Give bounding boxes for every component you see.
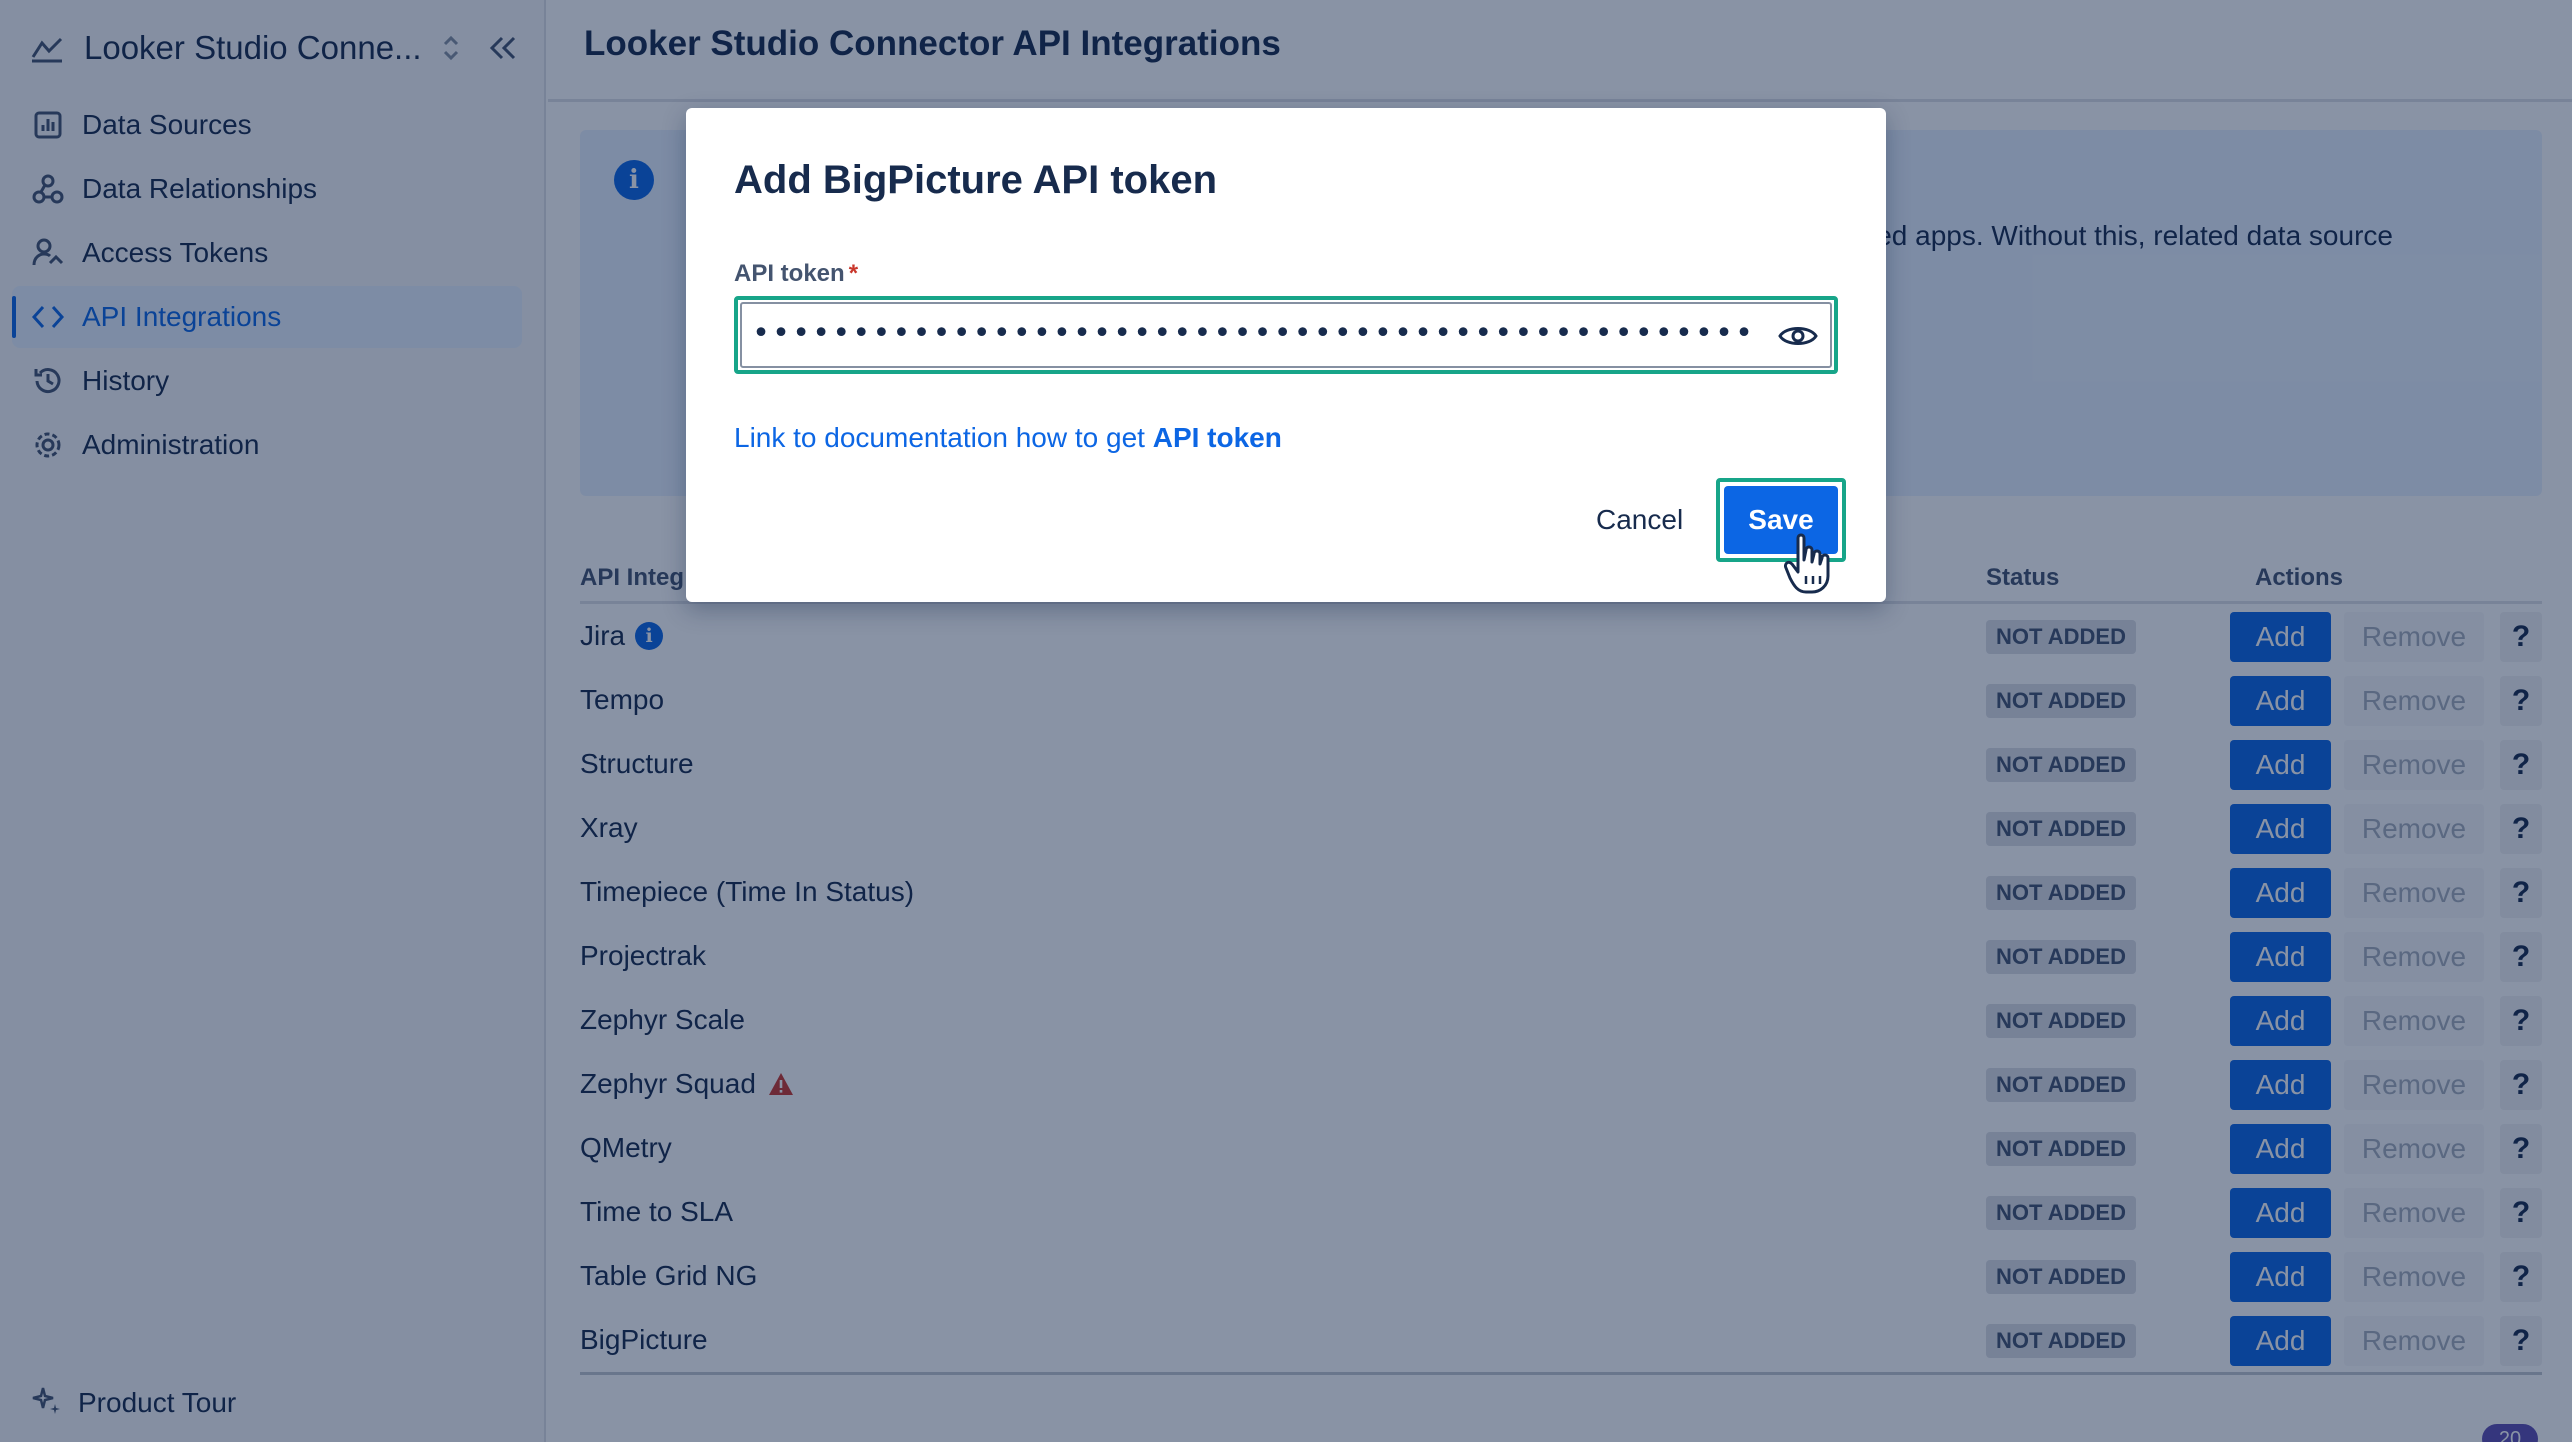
- api-token-label: API token *: [734, 260, 858, 288]
- api-token-label-text: API token: [734, 260, 845, 287]
- doc-link-prefix: Link to documentation how to get: [734, 422, 1153, 453]
- required-marker: *: [848, 260, 859, 287]
- dialog-title: Add BigPicture API token: [734, 158, 1218, 202]
- api-token-field[interactable]: [734, 296, 1838, 374]
- eye-icon[interactable]: [1776, 314, 1820, 358]
- hand-cursor-icon: [1784, 533, 1830, 594]
- cancel-button[interactable]: Cancel: [1588, 492, 1691, 548]
- api-token-input[interactable]: [752, 308, 1752, 358]
- doc-link-bold: API token: [1152, 422, 1282, 453]
- add-token-dialog: Add BigPicture API token API token* Link…: [686, 108, 1886, 602]
- documentation-link[interactable]: Link to documentation how to get API tok…: [734, 422, 1282, 454]
